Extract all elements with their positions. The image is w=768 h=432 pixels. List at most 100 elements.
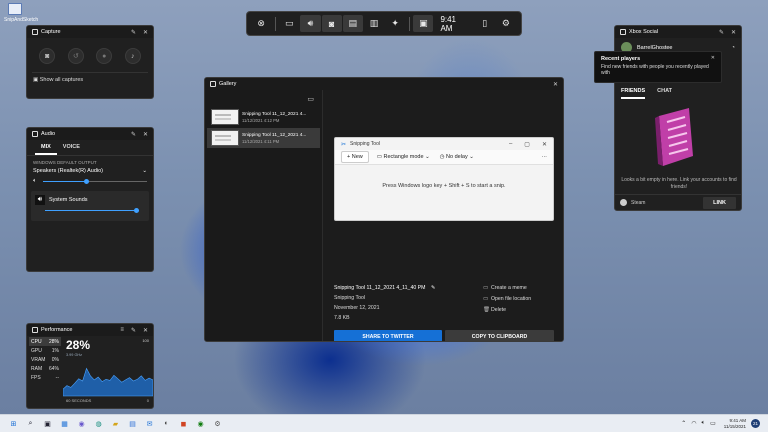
audio-title: Audio: [41, 131, 56, 137]
close-icon[interactable]: ✕: [553, 81, 558, 88]
file-name: Snipping Tool 11_12_2021 4_11_40 PM: [334, 285, 426, 291]
screenshot-button[interactable]: ◙: [39, 48, 56, 64]
minimize-icon: –: [508, 141, 513, 147]
close-icon[interactable]: ✕: [143, 131, 148, 138]
show-all-captures-link[interactable]: ▣ Show all captures: [27, 73, 153, 87]
gallery-item-name: Snipping Tool 11_12_2021 4...: [242, 132, 307, 138]
volume-icon[interactable]: 🔈︎: [702, 420, 706, 427]
controller-icon[interactable]: ✦: [385, 15, 405, 32]
options-icon[interactable]: ≡: [120, 327, 124, 333]
start-icon[interactable]: ⊞: [8, 418, 19, 429]
performance-titlebar: Performance ≡ ✎ ✕: [27, 324, 153, 336]
task-view-icon[interactable]: ▣: [42, 418, 53, 429]
office-icon[interactable]: ◼: [178, 418, 189, 429]
chevron-up-icon[interactable]: ⌃: [681, 420, 686, 427]
metric-item[interactable]: GPU 1%: [29, 346, 61, 355]
output-device-select[interactable]: Speakers (Realtek(R) Audio) ⌄: [27, 166, 153, 176]
default-output-label: WINDOWS DEFAULT OUTPUT: [33, 160, 97, 165]
create-meme-button[interactable]: ▭ Create a meme: [483, 285, 531, 291]
clock-date: 11/15/2021: [723, 423, 746, 429]
battery-icon[interactable]: ▭: [710, 420, 716, 427]
taskbar-clock[interactable]: 9:41 AM 11/15/2021: [724, 418, 746, 429]
gallery-item[interactable]: Snipping Tool 11_12_2021 4... 11/12/2021…: [207, 128, 320, 148]
settings-icon[interactable]: ⚙: [496, 15, 516, 32]
audio-icon[interactable]: 🔊︎: [300, 15, 321, 32]
tab-mix[interactable]: MIX: [35, 140, 57, 155]
widget-icon[interactable]: ▭: [279, 15, 299, 32]
mode-label: Rectangle mode: [383, 154, 424, 160]
metric-item[interactable]: CPU 28%: [29, 337, 61, 346]
gallery-item[interactable]: Snipping Tool 11_12_2021 4... 11/12/2021…: [207, 107, 320, 127]
pin-icon[interactable]: ✎: [719, 29, 724, 36]
gallery-title: Gallery: [219, 81, 237, 87]
desktop-shortcut[interactable]: SnipAndSketch: [4, 3, 39, 23]
pin-icon[interactable]: ✎: [131, 327, 136, 334]
notification-icon[interactable]: ◔: [731, 45, 735, 51]
device-volume-slider[interactable]: 🔈︎: [33, 178, 147, 186]
slider-knob[interactable]: [134, 208, 139, 213]
maximize-icon: ▢: [524, 141, 530, 148]
delete-button[interactable]: 🗑︎ Delete: [483, 307, 531, 313]
xbox-social-title: Xbox Social: [629, 29, 659, 35]
recent-players-tooltip: ✕ Recent players Find new friends with p…: [594, 51, 722, 83]
slider-knob[interactable]: [84, 179, 90, 184]
file-explorer-icon[interactable]: ▰: [110, 418, 121, 429]
app-icon[interactable]: ◐: [161, 418, 172, 429]
xbox-icon[interactable]: ⊗: [251, 15, 271, 32]
capture-buttons: ◙ ↺ ● ♪: [27, 38, 153, 72]
settings-app-icon[interactable]: ⚙: [212, 418, 223, 429]
wifi-icon[interactable]: ◠: [691, 420, 696, 427]
cpu-usage-area: [63, 367, 153, 397]
graph-min-label: 0: [146, 398, 149, 403]
close-icon[interactable]: ✕: [711, 55, 715, 61]
tab-voice[interactable]: VOICE: [57, 140, 86, 155]
copy-to-clipboard-button[interactable]: COPY TO CLIPBOARD: [445, 330, 554, 341]
mail-icon[interactable]: ✉: [144, 418, 155, 429]
close-icon[interactable]: ✕: [143, 327, 148, 334]
audio-widget: Audio ✎ ✕ MIX VOICE WINDOWS DEFAULT OUTP…: [26, 127, 154, 272]
resources-icon[interactable]: ▥: [364, 15, 384, 32]
app-volume-slider[interactable]: [45, 207, 139, 215]
gallery-view-icon[interactable]: ▭: [205, 90, 322, 106]
capture-icon[interactable]: ◙: [321, 15, 342, 32]
capture-widget: Capture ✎ ✕ ◙ ↺ ● ♪ ▣ Show all captures: [26, 25, 154, 99]
gallery-icon[interactable]: ▣: [413, 15, 434, 32]
chat-icon[interactable]: ◉: [76, 418, 87, 429]
edge-icon[interactable]: ◍: [93, 418, 104, 429]
metric-item[interactable]: VRAM 0%: [29, 355, 61, 364]
share-to-twitter-button[interactable]: SHARE TO TWITTER: [334, 330, 442, 341]
open-file-location-button[interactable]: ▭ Open file location: [483, 296, 531, 302]
tab-chat[interactable]: CHAT: [657, 88, 672, 99]
username: BarrelGhostee: [637, 44, 673, 51]
folder-icon: ▭: [483, 296, 489, 302]
close-icon[interactable]: ✕: [731, 29, 736, 36]
xbox-app-icon[interactable]: ◉: [195, 418, 206, 429]
mouse-icon[interactable]: ▯: [475, 15, 495, 32]
cpu-percent: 28%: [66, 338, 91, 352]
delay-label: No delay: [446, 154, 468, 160]
start-recording-button[interactable]: ●: [96, 48, 113, 64]
record-last-button[interactable]: ↺: [67, 48, 84, 64]
desktop-shortcut-label: SnipAndSketch: [4, 17, 39, 23]
microphone-button[interactable]: ♪: [124, 48, 141, 64]
widgets-icon[interactable]: ▦: [59, 418, 70, 429]
system-tray: ⌃ ◠ 🔈︎ ▭ 9:41 AM 11/15/2021 21: [676, 418, 760, 429]
xbox-social-icon: [620, 29, 626, 35]
metric-label: FPS: [31, 374, 41, 381]
notification-badge[interactable]: 21: [751, 419, 760, 428]
performance-icon[interactable]: ▤: [342, 15, 363, 32]
metric-item[interactable]: RAM 64%: [29, 364, 61, 373]
capture-widget-icon: [32, 29, 38, 35]
pin-icon[interactable]: ✎: [131, 131, 136, 138]
snip-title: Snipping Tool: [350, 141, 380, 147]
close-icon[interactable]: ✕: [143, 29, 148, 36]
edit-icon[interactable]: ✎: [431, 285, 435, 291]
metric-item[interactable]: FPS --: [29, 373, 61, 382]
file-date: November 12, 2021: [334, 305, 380, 311]
store-icon[interactable]: ▤: [127, 418, 138, 429]
performance-widget-icon: [32, 327, 38, 333]
pin-icon[interactable]: ✎: [131, 29, 136, 36]
link-button[interactable]: LINK: [703, 196, 736, 209]
tab-friends[interactable]: FRIENDS: [621, 88, 646, 99]
search-icon[interactable]: ⌕: [25, 418, 36, 429]
